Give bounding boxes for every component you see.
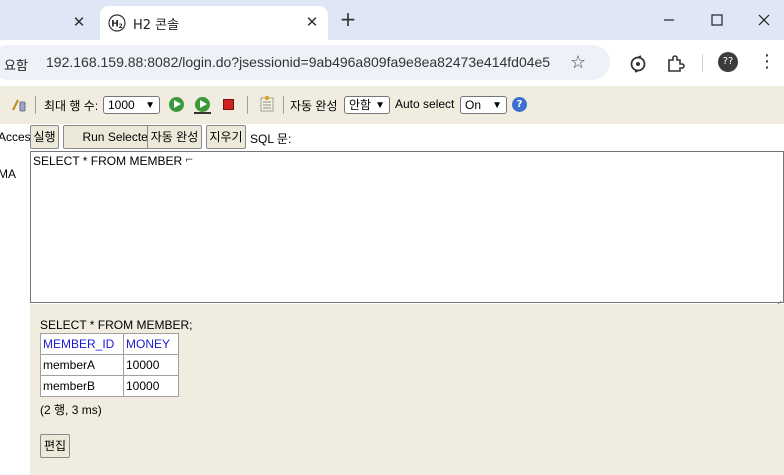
minimize-icon[interactable] <box>658 9 680 31</box>
refresh-tree-icon[interactable] <box>10 96 28 114</box>
browser-titlebar: ✕ H 2 H2 콘솔 ✕ + <box>0 0 784 40</box>
toolbar-separator <box>283 96 284 114</box>
result-summary: (2 행, 3 ms) <box>40 403 102 417</box>
tab-title: H2 콘솔 <box>133 18 180 33</box>
history-icon[interactable] <box>259 95 275 113</box>
chevron-down-icon: ▼ <box>492 100 502 111</box>
tab-close-icon[interactable]: ✕ <box>70 13 88 31</box>
help-icon[interactable]: ? <box>512 97 527 112</box>
result-query-text: SELECT * FROM MEMBER; <box>40 318 193 332</box>
table-cell: memberA <box>40 354 124 376</box>
autocomplete-label: 자동 완성 <box>290 99 338 113</box>
table-row: memberB 10000 <box>40 375 179 397</box>
toolbar-divider <box>702 54 703 72</box>
extensions-icon[interactable] <box>665 54 685 74</box>
table-header-row: MEMBER_ID MONEY <box>40 333 179 355</box>
run-button[interactable]: 실행 <box>30 125 59 149</box>
table-cell: 10000 <box>123 375 179 397</box>
query-button-row: 실행 Run Selected 자동 완성 지우기 SQL 문: <box>30 124 784 152</box>
autocomplete-value: 안함 <box>349 98 372 112</box>
edit-button[interactable]: 편집 <box>40 434 70 458</box>
translate-sync-icon[interactable] <box>628 54 648 74</box>
result-table: MEMBER_ID MONEY memberA 10000 memberB 10… <box>40 333 179 397</box>
column-header-money[interactable]: MONEY <box>123 333 179 355</box>
auto-select-select[interactable]: On ▼ <box>460 96 507 114</box>
url-text[interactable]: 192.168.159.88:8082/login.do?jsessionid=… <box>46 54 550 70</box>
sql-editor-text[interactable]: SELECT * FROM MEMBER <box>33 154 182 168</box>
clear-button[interactable]: 지우기 <box>206 125 246 149</box>
run-icon[interactable] <box>169 97 184 112</box>
run-selected-icon[interactable] <box>194 97 211 114</box>
tab-h2-console[interactable]: H 2 H2 콘솔 ✕ <box>100 6 328 40</box>
profile-avatar[interactable]: ?? <box>718 52 738 72</box>
maximize-icon[interactable] <box>706 9 728 31</box>
tab-close-icon[interactable]: ✕ <box>303 13 321 31</box>
auto-select-value: On <box>465 98 482 112</box>
table-cell: 10000 <box>123 354 179 376</box>
new-tab-button[interactable]: + <box>338 8 358 30</box>
max-rows-value: 1000 <box>108 98 135 112</box>
svg-text:2: 2 <box>119 23 123 30</box>
window-close-icon[interactable] <box>753 9 775 31</box>
stop-icon[interactable] <box>223 99 234 110</box>
auto-select-label: Auto select <box>395 97 455 111</box>
resize-handle-icon[interactable] <box>774 293 782 308</box>
tab-inactive[interactable]: ✕ <box>0 6 96 38</box>
text-cursor-icon: ⌐ <box>185 155 194 166</box>
h2-toolbar: 최대 행 수: 1000 ▼ 자동 완성 안함 ▼ Auto select On… <box>0 86 784 124</box>
table-cell: memberB <box>40 375 124 397</box>
tree-item-access[interactable]: Acces <box>0 130 30 144</box>
result-panel: SELECT * FROM MEMBER; MEMBER_ID MONEY me… <box>30 304 784 475</box>
toolbar-separator <box>247 96 248 114</box>
tree-item-schema[interactable]: MA <box>0 167 16 181</box>
sql-statement-label: SQL 문: <box>250 132 292 146</box>
omnibox[interactable]: 요함 192.168.159.88:8082/login.do?jsession… <box>0 45 610 80</box>
max-rows-select[interactable]: 1000 ▼ <box>103 96 160 114</box>
chevron-down-icon: ▼ <box>145 100 155 111</box>
sql-editor[interactable]: SELECT * FROM MEMBER ⌐ <box>30 151 784 308</box>
security-label[interactable]: 요함 <box>4 55 28 74</box>
chevron-down-icon: ▼ <box>375 100 385 111</box>
auto-complete-button[interactable]: 자동 완성 <box>147 125 202 149</box>
h2-favicon-icon: H 2 <box>108 14 126 32</box>
column-header-member-id[interactable]: MEMBER_ID <box>40 333 124 355</box>
max-rows-label: 최대 행 수: <box>44 99 99 113</box>
table-row: memberA 10000 <box>40 354 179 376</box>
autocomplete-select[interactable]: 안함 ▼ <box>344 96 390 114</box>
schema-tree-panel: Acces MA <box>0 124 30 475</box>
browser-menu-icon[interactable]: ⋮ <box>758 52 776 72</box>
toolbar-separator <box>35 96 36 114</box>
bookmark-star-icon[interactable]: ☆ <box>570 54 586 72</box>
